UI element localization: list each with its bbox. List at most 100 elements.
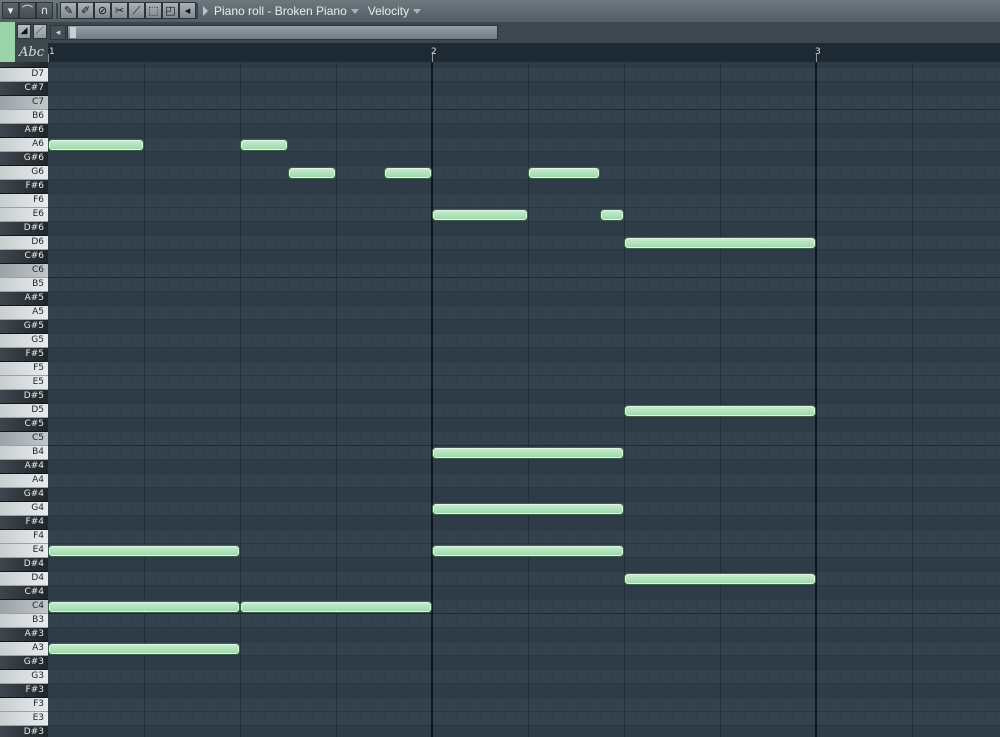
note-a6[interactable]	[241, 140, 287, 150]
note-label-toggle[interactable]: Abc	[15, 43, 48, 62]
timeline-ruler[interactable]: 123	[48, 43, 1000, 63]
piano-key-c5[interactable]: C5	[0, 432, 48, 446]
piano-roll-toolbar: ▾ ⌒ ∩ ✎ ✐ ⊘ ✂ ⟋ ⬚ ◰ ◂ Piano roll - Broken Piano Ve…	[0, 0, 1000, 23]
piano-key-a4[interactable]: A4	[0, 474, 48, 488]
piano-key-gsharp5[interactable]: G#5	[0, 320, 48, 334]
piano-key-f3[interactable]: F3	[0, 698, 48, 712]
piano-key-e6[interactable]: E6	[0, 208, 48, 222]
collapse-arrow-icon[interactable]	[203, 6, 208, 16]
menu-arrow-icon[interactable]: ▾	[2, 2, 19, 19]
note-g4[interactable]	[433, 504, 623, 514]
grid-row	[48, 670, 1000, 684]
color-swatch[interactable]	[0, 22, 15, 62]
piano-key-e3[interactable]: E3	[0, 712, 48, 726]
note-c4[interactable]	[49, 602, 239, 612]
piano-key-gsharp4[interactable]: G#4	[0, 488, 48, 502]
playback-icon[interactable]: ◂	[179, 2, 196, 19]
note-d4[interactable]	[625, 574, 815, 584]
delete-icon[interactable]: ⊘	[94, 2, 111, 19]
piano-key-asharp6[interactable]: A#6	[0, 124, 48, 138]
grid-row	[48, 628, 1000, 642]
piano-key-dsharp5[interactable]: D#5	[0, 390, 48, 404]
piano-key-csharp7[interactable]: C#7	[0, 82, 48, 96]
piano-key-f5[interactable]: F5	[0, 362, 48, 376]
menu-dropdown-icon[interactable]	[350, 8, 359, 14]
note-a6[interactable]	[49, 140, 143, 150]
slide-tool-button[interactable]: ◢	[17, 24, 31, 39]
piano-key-asharp3[interactable]: A#3	[0, 628, 48, 642]
piano-key-b3[interactable]: B3	[0, 614, 48, 628]
piano-key-a3[interactable]: A3	[0, 642, 48, 656]
mute-icon[interactable]: ✂	[111, 2, 128, 19]
piano-key-b5[interactable]: B5	[0, 278, 48, 292]
piano-key-fsharp4[interactable]: F#4	[0, 516, 48, 530]
piano-key-gsharp6[interactable]: G#6	[0, 152, 48, 166]
piano-key-fsharp6[interactable]: F#6	[0, 180, 48, 194]
piano-key-dsharp4[interactable]: D#4	[0, 558, 48, 572]
piano-key-a6[interactable]: A6	[0, 138, 48, 152]
piano-key-g4[interactable]: G4	[0, 502, 48, 516]
note-b4[interactable]	[433, 448, 623, 458]
horizontal-scrollbar[interactable]	[67, 25, 498, 40]
note-g6[interactable]	[385, 168, 431, 178]
piano-key-csharp5[interactable]: C#5	[0, 418, 48, 432]
piano-key-csharp6[interactable]: C#6	[0, 250, 48, 264]
event-dropdown-icon[interactable]	[413, 8, 422, 14]
slice-icon[interactable]: ⟋	[128, 2, 145, 19]
note-e6[interactable]	[433, 210, 527, 220]
scroll-left-button[interactable]: ◂	[50, 25, 66, 40]
piano-key-a5[interactable]: A5	[0, 306, 48, 320]
pencil-icon[interactable]: ✎	[60, 2, 77, 19]
piano-keyboard[interactable]: D#7D7C#7C7B6A#6A6G#6G6F#6F6E6D#6D6C#6C6B…	[0, 62, 49, 737]
piano-key-asharp4[interactable]: A#4	[0, 460, 48, 474]
piano-key-dsharp3[interactable]: D#3	[0, 726, 48, 737]
brush-icon[interactable]: ✐	[77, 2, 94, 19]
piano-key-g5[interactable]: G5	[0, 334, 48, 348]
piano-key-g6[interactable]: G6	[0, 166, 48, 180]
grid-row	[48, 320, 1000, 334]
piano-key-csharp4[interactable]: C#4	[0, 586, 48, 600]
note-a3[interactable]	[49, 644, 239, 654]
piano-key-c4[interactable]: C4	[0, 600, 48, 614]
piano-key-fsharp5[interactable]: F#5	[0, 348, 48, 362]
scrollbar-thumb[interactable]	[70, 27, 76, 38]
note-e6[interactable]	[601, 210, 623, 220]
piano-key-b4[interactable]: B4	[0, 446, 48, 460]
piano-key-b6[interactable]: B6	[0, 110, 48, 124]
select-icon[interactable]: ⬚	[145, 2, 162, 19]
piano-key-e5[interactable]: E5	[0, 376, 48, 390]
step-line	[192, 62, 193, 737]
piano-key-d6[interactable]: D6	[0, 236, 48, 250]
note-c4[interactable]	[241, 602, 431, 612]
piano-key-f6[interactable]: F6	[0, 194, 48, 208]
piano-key-gsharp3[interactable]: G#3	[0, 656, 48, 670]
grid-row	[48, 348, 1000, 362]
note-g6[interactable]	[529, 168, 599, 178]
piano-key-c7[interactable]: C7	[0, 96, 48, 110]
piano-key-asharp5[interactable]: A#5	[0, 292, 48, 306]
step-line	[252, 62, 253, 737]
magnet-icon[interactable]: ⌒	[19, 2, 36, 19]
event-selector[interactable]: Velocity	[368, 4, 409, 18]
zoom-icon[interactable]: ◰	[162, 2, 179, 19]
piano-key-c6[interactable]: C6	[0, 264, 48, 278]
step-line	[300, 62, 301, 737]
piano-roll-menu[interactable]: Piano roll - Broken Piano	[214, 4, 347, 18]
step-line	[384, 62, 385, 737]
piano-key-e4[interactable]: E4	[0, 544, 48, 558]
note-grid[interactable]	[48, 62, 1000, 737]
piano-key-f4[interactable]: F4	[0, 530, 48, 544]
piano-key-g3[interactable]: G3	[0, 670, 48, 684]
piano-key-d7[interactable]: D7	[0, 68, 48, 82]
note-e4[interactable]	[433, 546, 623, 556]
note-g6[interactable]	[289, 168, 335, 178]
note-e4[interactable]	[49, 546, 239, 556]
piano-key-d4[interactable]: D4	[0, 572, 48, 586]
piano-key-fsharp3[interactable]: F#3	[0, 684, 48, 698]
portamento-tool-button[interactable]: ／	[33, 24, 47, 39]
note-d6[interactable]	[625, 238, 815, 248]
piano-key-d5[interactable]: D5	[0, 404, 48, 418]
piano-key-dsharp6[interactable]: D#6	[0, 222, 48, 236]
snap-icon[interactable]: ∩	[36, 2, 53, 19]
note-d5[interactable]	[625, 406, 815, 416]
